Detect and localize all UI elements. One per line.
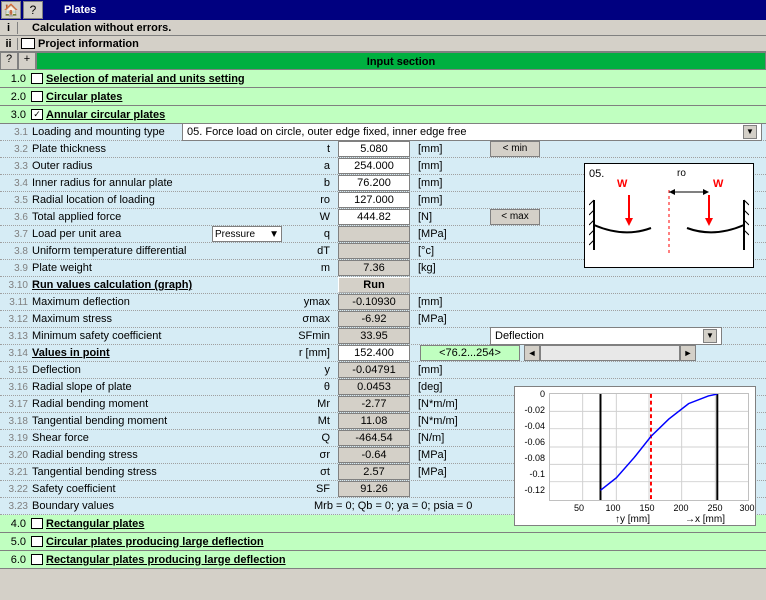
- section-3-checkbox[interactable]: ✓: [31, 109, 43, 120]
- radial-location-input[interactable]: 127.000: [338, 192, 410, 208]
- radial-stress-value: -0.64: [338, 447, 410, 463]
- scroll-right-icon[interactable]: ►: [680, 345, 696, 361]
- section-help-button[interactable]: ?: [0, 52, 18, 70]
- input-section-title: Input section: [36, 52, 766, 70]
- loading-type-select[interactable]: 05. Force load on circle, outer edge fix…: [182, 123, 762, 141]
- status-row-ii: ii Project information: [0, 36, 766, 52]
- range-display: <76.2...254>: [420, 345, 520, 361]
- shear-force-value: -464.54: [338, 430, 410, 446]
- section-3[interactable]: 3.0 ✓ Annular circular plates: [0, 106, 766, 124]
- section-4-checkbox[interactable]: [31, 518, 43, 529]
- load-per-area-value: [338, 226, 410, 242]
- tangential-moment-value: 11.08: [338, 413, 410, 429]
- help-icon[interactable]: ?: [23, 1, 43, 19]
- status-row-i: i Calculation without errors.: [0, 20, 766, 36]
- section-expand-button[interactable]: +: [18, 52, 36, 70]
- load-type-select[interactable]: Pressure▼: [212, 226, 282, 242]
- section-5-checkbox[interactable]: [31, 536, 43, 547]
- section-1[interactable]: 1.0 Selection of material and units sett…: [0, 70, 766, 88]
- chevron-down-icon: ▼: [743, 125, 757, 139]
- deflection-value: -0.04791: [338, 362, 410, 378]
- radial-slope-value: 0.0453: [338, 379, 410, 395]
- project-info-label: Project information: [38, 38, 139, 50]
- row-values-in-point: 3.14Values in point r [mm] 152.400 <76.2…: [0, 345, 766, 362]
- outer-radius-input[interactable]: 254.000: [338, 158, 410, 174]
- window-title: Plates: [64, 4, 96, 16]
- diagram-svg: [589, 180, 749, 265]
- titlebar: 🏠 ? Plates: [0, 0, 766, 20]
- app-icon[interactable]: 🏠: [1, 1, 21, 19]
- row-min-safety: 3.13Minimum safety coefficient SFmin 33.…: [0, 328, 766, 345]
- boundary-text: Mrb = 0; Qb = 0; ya = 0; psia = 0: [290, 500, 472, 512]
- section-6-checkbox[interactable]: [31, 554, 43, 565]
- max-stress-value: -6.92: [338, 311, 410, 327]
- safety-coef-value: 91.26: [338, 481, 410, 497]
- run-button[interactable]: Run: [338, 277, 410, 293]
- max-button[interactable]: < max: [490, 209, 540, 225]
- scroll-left-icon[interactable]: ◄: [524, 345, 540, 361]
- plate-thickness-input[interactable]: 5.080: [338, 141, 410, 157]
- inner-radius-input[interactable]: 76.200: [338, 175, 410, 191]
- section-5[interactable]: 5.0 Circular plates producing large defl…: [0, 533, 766, 551]
- section-2-checkbox[interactable]: [31, 91, 43, 102]
- row-run-calculation: 3.10Run values calculation (graph) Run: [0, 277, 766, 294]
- row-max-deflection: 3.11Maximum deflection ymax -0.10930 [mm…: [0, 294, 766, 311]
- input-section-header: ? + Input section: [0, 52, 766, 70]
- section-6[interactable]: 6.0 Rectangular plates producing large d…: [0, 551, 766, 569]
- tangential-stress-value: 2.57: [338, 464, 410, 480]
- row-max-stress: 3.12Maximum stress σmax -6.92 [MPa]: [0, 311, 766, 328]
- row-deflection: 3.15Deflection y -0.04791 [mm]: [0, 362, 766, 379]
- project-info-checkbox[interactable]: [21, 38, 35, 49]
- plate-weight-value: 7.36: [338, 260, 410, 276]
- radial-moment-value: -2.77: [338, 396, 410, 412]
- min-button[interactable]: < min: [490, 141, 540, 157]
- chevron-down-icon: ▼: [703, 329, 717, 343]
- max-deflection-value: -0.10930: [338, 294, 410, 310]
- chart-type-select[interactable]: Deflection▼: [490, 327, 722, 345]
- row-loading-type: 3.1 Loading and mounting type 05. Force …: [0, 124, 766, 141]
- chart-svg: [550, 394, 748, 500]
- deflection-chart: 0 -0.02 -0.04 -0.06 -0.08 -0.1 -0.12 50 …: [514, 386, 756, 526]
- section-2[interactable]: 2.0 Circular plates: [0, 88, 766, 106]
- section-1-checkbox[interactable]: [31, 73, 43, 84]
- status-text: Calculation without errors.: [32, 22, 171, 34]
- total-force-input[interactable]: 444.82: [338, 209, 410, 225]
- row-plate-thickness: 3.2Plate thickness t 5.080 [mm] < min: [0, 141, 766, 158]
- temperature-value: [338, 243, 410, 259]
- min-safety-value: 33.95: [338, 328, 410, 344]
- loading-diagram: 05. W ro W: [584, 163, 754, 268]
- point-scrollbar[interactable]: ◄ ►: [524, 345, 696, 361]
- point-r-input[interactable]: 152.400: [338, 345, 410, 361]
- chevron-down-icon: ▼: [269, 229, 279, 240]
